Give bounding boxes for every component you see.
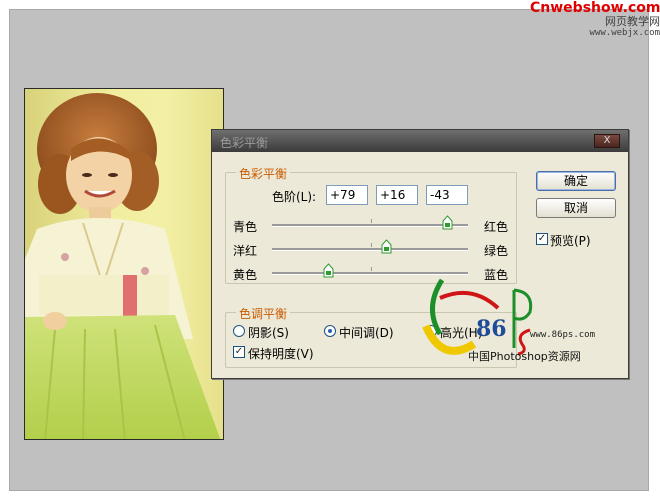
magenta-label: 洋红 bbox=[233, 244, 258, 258]
photo-canvas bbox=[24, 88, 224, 440]
dialog-title: 色彩平衡 bbox=[220, 136, 269, 150]
midtones-label[interactable]: 中间调(D) bbox=[339, 324, 394, 341]
preserve-luminosity-checkbox[interactable]: ✓ bbox=[233, 346, 245, 358]
preserve-luminosity-label[interactable]: 保持明度(V) bbox=[248, 345, 314, 362]
color-balance-legend: 色彩平衡 bbox=[236, 165, 291, 182]
green-label: 绿色 bbox=[484, 244, 509, 258]
watermark-url: www.webjx.com bbox=[589, 28, 660, 38]
cyan-red-slider-tick bbox=[371, 219, 372, 223]
levels-label: 色阶(L): bbox=[272, 190, 317, 204]
watermark-brand: Cnwebshow.com bbox=[530, 0, 660, 16]
86ps-watermark: 86 www.86ps.com 中国Photoshop资源网 bbox=[412, 278, 620, 368]
radio-selected-dot bbox=[328, 329, 332, 333]
check-icon: ✓ bbox=[537, 233, 547, 244]
level-input-1[interactable]: +79 bbox=[326, 185, 368, 205]
check-icon: ✓ bbox=[234, 346, 244, 357]
dialog-titlebar[interactable]: 色彩平衡 X bbox=[212, 130, 628, 152]
slider-thumb-icon[interactable] bbox=[381, 239, 392, 254]
cancel-button[interactable]: 取消 bbox=[536, 198, 616, 218]
yellow-blue-slider-track[interactable] bbox=[272, 272, 468, 275]
midtones-radio[interactable] bbox=[324, 325, 336, 337]
level-input-2[interactable]: +16 bbox=[376, 185, 418, 205]
slider-thumb-icon[interactable] bbox=[323, 263, 334, 278]
cyan-label: 青色 bbox=[233, 220, 258, 234]
slider-thumb-icon[interactable] bbox=[442, 215, 453, 230]
close-button[interactable]: X bbox=[594, 134, 620, 148]
cyan-red-slider-track[interactable] bbox=[272, 224, 468, 227]
top-watermark: Cnwebshow.com 网页教学网 www.webjx.com bbox=[530, 0, 660, 38]
tone-balance-legend: 色调平衡 bbox=[236, 305, 291, 322]
yellow-blue-slider-tick bbox=[371, 267, 372, 271]
preview-checkbox[interactable]: ✓ bbox=[536, 233, 548, 245]
girl-photo bbox=[25, 93, 221, 439]
86ps-cn-name: 中国Photoshop资源网 bbox=[468, 350, 581, 363]
watermark-cn: 网页教学网 bbox=[605, 15, 660, 28]
shadows-label[interactable]: 阴影(S) bbox=[248, 324, 289, 341]
86-number: 86 bbox=[476, 316, 507, 342]
yellow-label: 黄色 bbox=[233, 268, 258, 282]
magenta-green-slider-track[interactable] bbox=[272, 248, 468, 251]
shadows-radio[interactable] bbox=[233, 325, 245, 337]
preview-label[interactable]: 预览(P) bbox=[550, 232, 591, 249]
ok-button[interactable]: 确定 bbox=[536, 171, 616, 191]
86ps-url: www.86ps.com bbox=[530, 330, 596, 340]
magenta-green-slider-tick bbox=[371, 243, 372, 247]
close-icon: X bbox=[603, 135, 611, 146]
red-label: 红色 bbox=[484, 220, 509, 234]
level-input-3[interactable]: -43 bbox=[426, 185, 468, 205]
